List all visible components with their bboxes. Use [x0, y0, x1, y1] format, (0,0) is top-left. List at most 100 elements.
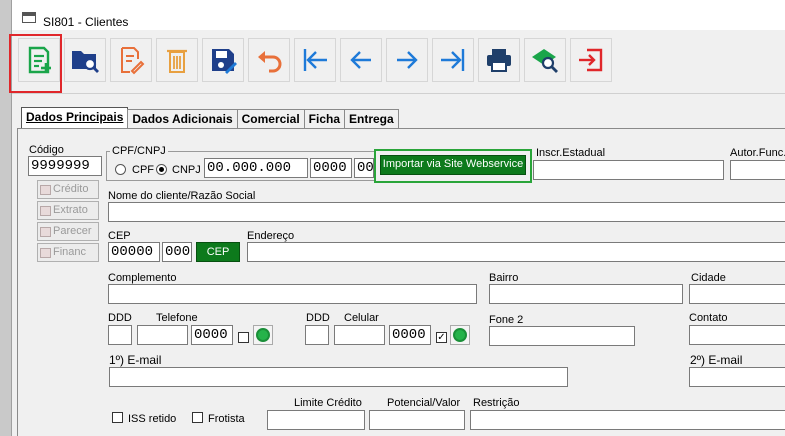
- extrato-icon: [40, 205, 51, 216]
- cpf-label: CPF: [132, 164, 154, 176]
- complemento-input[interactable]: [108, 284, 477, 304]
- fone2-label: Fone 2: [489, 314, 524, 326]
- search-view-icon: [532, 49, 558, 73]
- bairro-label: Bairro: [489, 272, 519, 284]
- cpf-radio[interactable]: [115, 164, 126, 175]
- inscr-label: Inscr.Estadual: [536, 147, 606, 159]
- celular-label: Celular: [344, 312, 379, 324]
- codigo-label: Código: [29, 144, 64, 156]
- potencial-input[interactable]: [369, 410, 465, 430]
- email1-label: 1º) E-mail: [109, 353, 162, 367]
- credito-icon: [40, 184, 51, 195]
- restricao-label: Restrição: [473, 397, 520, 409]
- cnpj-input-branch[interactable]: 0000: [310, 158, 352, 178]
- extrato-button[interactable]: Extrato: [37, 201, 99, 220]
- cnpj-radio[interactable]: [156, 164, 167, 175]
- cep-input-suffix[interactable]: 000: [162, 242, 192, 262]
- celular-input[interactable]: 0000: [389, 325, 431, 345]
- undo-icon: [258, 51, 282, 73]
- nome-input[interactable]: [108, 202, 785, 222]
- search-folder-icon: [72, 51, 99, 73]
- delete-icon: [167, 49, 187, 73]
- parecer-icon: [40, 226, 51, 237]
- print-icon: [487, 49, 511, 72]
- cnpj-label: CNPJ: [172, 164, 201, 176]
- delete-button[interactable]: [156, 38, 198, 82]
- edit-button[interactable]: [110, 38, 152, 82]
- email1-input[interactable]: [109, 367, 568, 387]
- cidade-input[interactable]: [689, 284, 785, 304]
- financ-button[interactable]: Financ: [37, 243, 99, 262]
- credito-button[interactable]: Crédito: [37, 180, 99, 199]
- previous-button[interactable]: [340, 38, 382, 82]
- ddd1-label: DDD: [108, 312, 132, 324]
- telefone-input[interactable]: 0000: [191, 325, 233, 345]
- cidade-label: Cidade: [691, 272, 726, 284]
- restricao-input[interactable]: [470, 410, 785, 430]
- first-button[interactable]: [294, 38, 336, 82]
- whatsapp-icon: [453, 328, 467, 342]
- first-icon: [303, 49, 327, 71]
- app-icon: [22, 12, 36, 23]
- cep-input-main[interactable]: 00000: [108, 242, 160, 262]
- financ-icon: [40, 247, 51, 258]
- nome-label: Nome do cliente/Razão Social: [108, 190, 256, 202]
- new-button-highlight: [9, 34, 62, 93]
- import-webservice-button[interactable]: Importar via Site Webservice: [380, 155, 526, 175]
- cnpj-input-main[interactable]: 00.000.000: [204, 158, 308, 178]
- undo-button[interactable]: [248, 38, 290, 82]
- contato-input[interactable]: [689, 325, 785, 345]
- save-icon: [212, 49, 237, 74]
- frotista-checkbox[interactable]: [192, 412, 203, 423]
- email2-input[interactable]: [689, 367, 785, 387]
- autor-input[interactable]: [730, 160, 785, 180]
- ddd2-label: DDD: [306, 312, 330, 324]
- endereco-label: Endereço: [247, 230, 295, 242]
- exit-button[interactable]: [570, 38, 612, 82]
- endereco-input[interactable]: [247, 242, 785, 262]
- print-button[interactable]: [478, 38, 520, 82]
- celular-prefix-input[interactable]: [334, 325, 385, 345]
- telefone-prefix-input[interactable]: [137, 325, 188, 345]
- cnpj-input-check[interactable]: 00: [354, 158, 374, 178]
- codigo-input[interactable]: 9999999: [28, 156, 102, 176]
- view-search-button[interactable]: [524, 38, 566, 82]
- toolbar: [12, 30, 785, 94]
- save-button[interactable]: [202, 38, 244, 82]
- tab-strip: Dados Principais Dados Adicionais Comerc…: [21, 107, 399, 129]
- celular-whatsapp-checkbox[interactable]: ✓: [436, 332, 447, 343]
- iss-checkbox[interactable]: [112, 412, 123, 423]
- bairro-input[interactable]: [489, 284, 683, 304]
- limite-label: Limite Crédito: [294, 397, 362, 409]
- cep-label: CEP: [108, 230, 131, 242]
- fone2-input[interactable]: [489, 326, 635, 346]
- edit-icon: [121, 47, 145, 75]
- telefone-whatsapp-button[interactable]: [253, 325, 273, 345]
- frotista-label: Frotista: [208, 413, 245, 425]
- parecer-button[interactable]: Parecer: [37, 222, 99, 241]
- email2-label: 2º) E-mail: [690, 353, 743, 367]
- contato-label: Contato: [689, 312, 728, 324]
- autor-label: Autor.Func.: [730, 147, 785, 159]
- cep-button[interactable]: CEP: [196, 242, 240, 262]
- ddd1-input[interactable]: [108, 325, 132, 345]
- limite-input[interactable]: [267, 410, 365, 430]
- tab-entrega[interactable]: Entrega: [344, 109, 399, 129]
- title-bar: SI801 - Clientes: [12, 0, 785, 30]
- last-button[interactable]: [432, 38, 474, 82]
- celular-whatsapp-button[interactable]: [450, 325, 470, 345]
- tab-dados-principais[interactable]: Dados Principais: [21, 107, 129, 129]
- tab-dados-adicionais[interactable]: Dados Adicionais: [127, 109, 238, 129]
- inscr-input[interactable]: [533, 160, 724, 180]
- exit-icon: [579, 48, 603, 72]
- client-window: SI801 - Clientes Dados Principais Dados …: [11, 0, 785, 436]
- next-button[interactable]: [386, 38, 428, 82]
- complemento-label: Complemento: [108, 272, 177, 284]
- search-button[interactable]: [64, 38, 106, 82]
- telefone-whatsapp-checkbox[interactable]: [238, 332, 249, 343]
- ddd2-input[interactable]: [305, 325, 329, 345]
- telefone-label: Telefone: [156, 312, 198, 324]
- tab-comercial[interactable]: Comercial: [236, 109, 305, 129]
- potencial-label: Potencial/Valor: [387, 397, 461, 409]
- tab-ficha[interactable]: Ficha: [303, 109, 345, 129]
